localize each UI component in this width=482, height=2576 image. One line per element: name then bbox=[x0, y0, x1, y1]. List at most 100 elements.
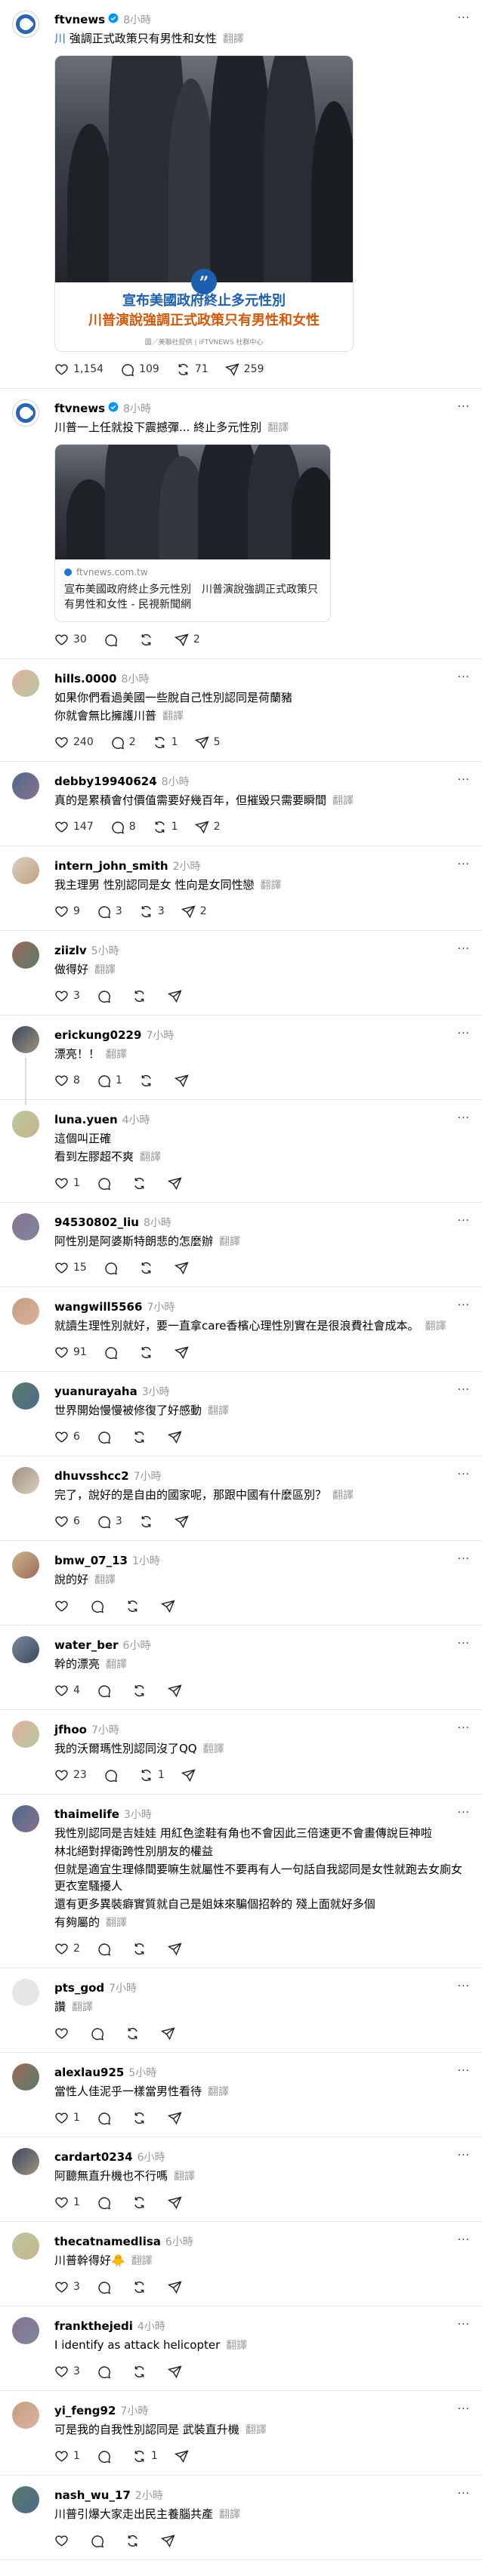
share-button[interactable] bbox=[174, 1345, 193, 1360]
more-options-icon[interactable]: ··· bbox=[458, 858, 470, 870]
share-button[interactable] bbox=[161, 1599, 180, 1613]
more-options-icon[interactable]: ··· bbox=[458, 1553, 470, 1565]
more-options-icon[interactable]: ··· bbox=[458, 2403, 470, 2415]
username[interactable]: jfhoo bbox=[54, 1723, 87, 1736]
share-button[interactable] bbox=[167, 2365, 187, 2379]
repost-button[interactable] bbox=[139, 1261, 158, 1275]
comment-button[interactable] bbox=[104, 1261, 122, 1275]
share-button[interactable]: 2 bbox=[194, 820, 221, 834]
avatar[interactable] bbox=[12, 2148, 39, 2175]
share-button[interactable] bbox=[167, 2280, 187, 2294]
comment-button[interactable] bbox=[97, 1176, 116, 1191]
avatar[interactable] bbox=[12, 941, 39, 969]
share-button[interactable]: 5 bbox=[194, 735, 221, 750]
like-button[interactable] bbox=[54, 2534, 73, 2548]
username[interactable]: thaimelife bbox=[54, 1807, 119, 1821]
comment-button[interactable]: 1 bbox=[97, 1074, 122, 1088]
more-options-icon[interactable]: ··· bbox=[458, 1299, 470, 1311]
share-button[interactable] bbox=[181, 1768, 200, 1783]
like-button[interactable]: 147 bbox=[54, 820, 94, 834]
translate-link[interactable]: 翻譯 bbox=[162, 710, 184, 723]
translate-link[interactable]: 翻譯 bbox=[219, 2509, 240, 2521]
avatar[interactable] bbox=[12, 1979, 39, 2006]
username[interactable]: 94530802_liu bbox=[54, 1216, 139, 1229]
more-options-icon[interactable]: ··· bbox=[458, 1722, 470, 1734]
translate-link[interactable]: 翻譯 bbox=[223, 33, 244, 45]
translate-link[interactable]: 翻譯 bbox=[140, 1151, 161, 1163]
share-button[interactable] bbox=[174, 1261, 193, 1275]
username[interactable]: luna.yuen bbox=[54, 1113, 118, 1126]
avatar[interactable] bbox=[12, 670, 39, 697]
repost-button[interactable] bbox=[132, 2111, 151, 2125]
comment-button[interactable] bbox=[97, 2449, 116, 2464]
avatar[interactable] bbox=[12, 11, 39, 38]
translate-link[interactable]: 翻譯 bbox=[246, 2424, 267, 2436]
more-options-icon[interactable]: ··· bbox=[458, 943, 470, 955]
username[interactable]: debby19940624 bbox=[54, 775, 157, 788]
translate-link[interactable]: 翻譯 bbox=[332, 795, 354, 807]
like-button[interactable]: 240 bbox=[54, 735, 94, 750]
comment-button[interactable] bbox=[97, 2365, 116, 2379]
more-options-icon[interactable]: ··· bbox=[458, 2234, 470, 2246]
username[interactable]: ftvnews bbox=[54, 13, 105, 26]
post-image[interactable]: ” 宣布美國政府終止多元性別 川普演說強調正式政策只有男性和女性 圖／美聯社提供 | … bbox=[54, 55, 354, 352]
share-button[interactable] bbox=[174, 1514, 193, 1529]
comment-button[interactable] bbox=[104, 1345, 122, 1360]
avatar[interactable] bbox=[12, 1026, 39, 1053]
username[interactable]: yuanurayaha bbox=[54, 1385, 137, 1398]
translate-link[interactable]: 翻譯 bbox=[94, 1574, 116, 1586]
repost-button[interactable] bbox=[139, 633, 158, 647]
more-options-icon[interactable]: ··· bbox=[458, 1638, 470, 1650]
translate-link[interactable]: 翻譯 bbox=[425, 1320, 446, 1333]
translate-link[interactable]: 翻譯 bbox=[208, 1405, 229, 1417]
avatar[interactable] bbox=[12, 1382, 39, 1410]
repost-button[interactable]: 71 bbox=[176, 362, 209, 377]
repost-button[interactable] bbox=[132, 2365, 151, 2379]
translate-link[interactable]: 翻譯 bbox=[106, 1659, 127, 1671]
repost-button[interactable] bbox=[132, 989, 151, 1003]
avatar[interactable] bbox=[12, 2402, 39, 2429]
avatar[interactable] bbox=[12, 1636, 39, 1663]
username[interactable]: thecatnamedlisa bbox=[54, 2235, 161, 2248]
share-button[interactable]: 2 bbox=[181, 904, 207, 919]
translate-link[interactable]: 翻譯 bbox=[261, 880, 282, 892]
repost-button[interactable]: 1 bbox=[139, 1768, 165, 1783]
more-options-icon[interactable]: ··· bbox=[458, 2065, 470, 2077]
share-button[interactable]: 259 bbox=[224, 362, 264, 377]
repost-button[interactable] bbox=[132, 1942, 151, 1956]
like-button[interactable] bbox=[54, 2026, 73, 2041]
translate-link[interactable]: 翻譯 bbox=[208, 2086, 229, 2098]
repost-button[interactable] bbox=[132, 1176, 151, 1191]
repost-button[interactable] bbox=[132, 1430, 151, 1444]
avatar[interactable] bbox=[12, 1467, 39, 1494]
like-button[interactable]: 3 bbox=[54, 2280, 80, 2294]
username[interactable]: ziizlv bbox=[54, 944, 87, 957]
comment-button[interactable]: 109 bbox=[120, 362, 159, 377]
comment-button[interactable] bbox=[97, 1430, 116, 1444]
translate-link[interactable]: 翻譯 bbox=[332, 1490, 354, 1502]
comment-button[interactable] bbox=[104, 1768, 122, 1783]
username[interactable]: erickung0229 bbox=[54, 1028, 141, 1042]
share-button[interactable] bbox=[167, 989, 187, 1003]
share-button[interactable] bbox=[167, 1176, 187, 1191]
avatar[interactable] bbox=[12, 2317, 39, 2344]
like-button[interactable]: 9 bbox=[54, 904, 80, 919]
link-preview-card[interactable]: ftvnews.com.tw 宣布美國政府終止多元性別 川普演說強調正式政策只有男… bbox=[54, 444, 331, 622]
username[interactable]: yi_feng92 bbox=[54, 2404, 116, 2417]
username[interactable]: pts_god bbox=[54, 1981, 104, 1995]
avatar[interactable] bbox=[12, 1721, 39, 1748]
share-button[interactable] bbox=[167, 2111, 187, 2125]
more-options-icon[interactable]: ··· bbox=[458, 1215, 470, 1227]
comment-button[interactable]: 3 bbox=[97, 1514, 122, 1529]
translate-link[interactable]: 翻譯 bbox=[226, 2340, 247, 2352]
repost-button[interactable]: 1 bbox=[153, 820, 178, 834]
like-button[interactable]: 8 bbox=[54, 1074, 80, 1088]
share-button[interactable] bbox=[161, 2026, 180, 2041]
comment-button[interactable] bbox=[90, 1599, 109, 1613]
more-options-icon[interactable]: ··· bbox=[458, 1112, 470, 1124]
username[interactable]: cardart0234 bbox=[54, 2150, 133, 2164]
repost-button[interactable]: 1 bbox=[132, 2449, 158, 2464]
share-button[interactable] bbox=[174, 2449, 193, 2464]
translate-link[interactable]: 翻譯 bbox=[106, 1049, 127, 1061]
like-button[interactable]: 6 bbox=[54, 1514, 80, 1529]
